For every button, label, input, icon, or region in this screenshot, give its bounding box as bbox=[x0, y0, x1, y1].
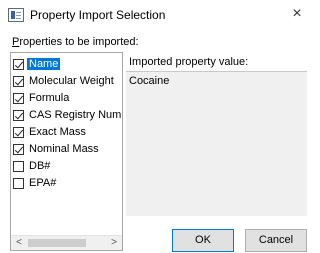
checkbox-molecular-weight[interactable] bbox=[13, 76, 24, 87]
checkbox-exact-mass[interactable] bbox=[13, 127, 24, 138]
checkbox-formula[interactable] bbox=[13, 93, 24, 104]
checkbox-epa[interactable] bbox=[13, 178, 24, 189]
list-item-label: DB# bbox=[29, 160, 51, 172]
imported-value-text: Cocaine bbox=[129, 75, 170, 87]
list-item-label: Molecular Weight bbox=[29, 75, 114, 87]
checkbox-name[interactable] bbox=[13, 59, 24, 70]
list-item-label: Nominal Mass bbox=[29, 143, 99, 155]
list-item-name[interactable]: Name bbox=[13, 56, 122, 73]
app-icon bbox=[8, 8, 24, 22]
scroll-left-icon[interactable]: < bbox=[12, 236, 26, 250]
imported-value-label: Imported property value: bbox=[129, 56, 249, 68]
list-item-molecular-weight[interactable]: Molecular Weight bbox=[13, 73, 122, 90]
list-item-db[interactable]: DB# bbox=[13, 158, 122, 175]
list-item-label: CAS Registry Number bbox=[29, 109, 122, 121]
window-title: Property Import Selection bbox=[30, 8, 166, 22]
list-item-nominal-mass[interactable]: Nominal Mass bbox=[13, 141, 122, 158]
close-icon[interactable]: × bbox=[279, 0, 315, 30]
scroll-right-icon[interactable]: > bbox=[107, 236, 121, 250]
checkbox-nominal-mass[interactable] bbox=[13, 144, 24, 155]
imported-value-field: Cocaine bbox=[126, 71, 307, 216]
properties-list[interactable]: Name Molecular Weight Formula CAS Regist… bbox=[10, 52, 123, 251]
horizontal-scrollbar[interactable]: < > bbox=[11, 235, 122, 250]
checkbox-db[interactable] bbox=[13, 161, 24, 172]
list-item-label: Formula bbox=[29, 92, 70, 104]
ok-button[interactable]: OK bbox=[172, 229, 234, 252]
list-item-epa[interactable]: EPA# bbox=[13, 175, 122, 192]
list-item-label: Exact Mass bbox=[29, 126, 86, 138]
properties-label: Properties to be imported: bbox=[12, 36, 139, 48]
list-item-label: EPA# bbox=[29, 177, 57, 189]
list-item-label: Name bbox=[27, 58, 61, 70]
list-item-formula[interactable]: Formula bbox=[13, 90, 122, 107]
scroll-thumb[interactable] bbox=[28, 239, 86, 247]
checkbox-cas-registry-number[interactable] bbox=[13, 110, 24, 121]
properties-label-text: roperties to be imported: bbox=[19, 36, 139, 48]
title-bar: Property Import Selection × bbox=[0, 0, 315, 30]
list-item-cas-registry-number[interactable]: CAS Registry Number bbox=[13, 107, 122, 124]
list-item-exact-mass[interactable]: Exact Mass bbox=[13, 124, 122, 141]
cancel-button[interactable]: Cancel bbox=[245, 229, 307, 252]
